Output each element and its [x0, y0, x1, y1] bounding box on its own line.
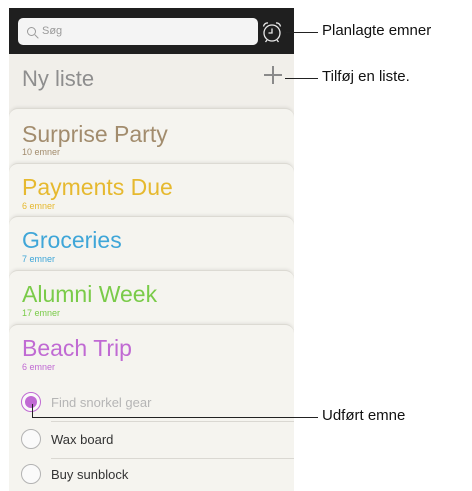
list-count: 6 emner	[22, 201, 56, 211]
reminder-item[interactable]: Buy sunblock	[9, 457, 294, 491]
list-count: 7 emner	[22, 254, 56, 264]
top-bar: Søg	[9, 8, 294, 54]
callout-line-completed-drop	[32, 404, 33, 418]
list-card-surprise-party[interactable]: Surprise Party 10 emner	[9, 108, 294, 169]
screenshot-stage: Søg Ny liste Surprise Party 10 emner Pay…	[0, 0, 472, 491]
search-placeholder: Søg	[42, 25, 63, 37]
new-list-label: Ny liste	[22, 66, 95, 91]
list-name: Alumni Week	[22, 281, 158, 307]
list-card-groceries[interactable]: Groceries 7 emner	[9, 216, 294, 277]
list-card-payments-due[interactable]: Payments Due 6 emner	[9, 163, 294, 224]
reminder-item[interactable]: Wax board	[9, 422, 294, 459]
list-card-beach-trip[interactable]: Beach Trip 6 emner Find snorkel gear Wax…	[9, 324, 294, 491]
callout-scheduled: Planlagte emner	[322, 22, 432, 39]
callout-line-add-list	[285, 78, 318, 79]
reminder-text: Find snorkel gear	[51, 395, 152, 410]
search-input[interactable]: Søg	[18, 18, 258, 45]
list-name: Surprise Party	[22, 121, 168, 147]
checkbox[interactable]	[21, 464, 41, 484]
new-list-row[interactable]: Ny liste	[9, 54, 294, 114]
callout-completed: Udført emne	[322, 407, 406, 424]
list-count: 17 emner	[22, 308, 61, 318]
list-name: Groceries	[22, 227, 122, 253]
callout-line-completed	[32, 417, 318, 418]
completed-checkbox[interactable]	[21, 392, 41, 412]
checkbox[interactable]	[21, 429, 41, 449]
list-count: 10 emner	[22, 147, 61, 157]
list-name: Beach Trip	[22, 335, 132, 361]
alarm-clock-icon[interactable]	[260, 20, 284, 44]
list-name: Payments Due	[22, 174, 173, 200]
search-icon	[27, 27, 36, 36]
list-count: 6 emner	[22, 362, 56, 372]
list-card-alumni-week[interactable]: Alumni Week 17 emner	[9, 270, 294, 331]
callout-add-list: Tilføj en liste.	[322, 68, 410, 85]
reminder-text: Wax board	[51, 432, 114, 447]
reminders-app: Søg Ny liste Surprise Party 10 emner Pay…	[9, 8, 294, 491]
reminder-text: Buy sunblock	[51, 467, 129, 482]
plus-icon[interactable]	[264, 66, 282, 84]
callout-line-scheduled	[286, 32, 318, 33]
